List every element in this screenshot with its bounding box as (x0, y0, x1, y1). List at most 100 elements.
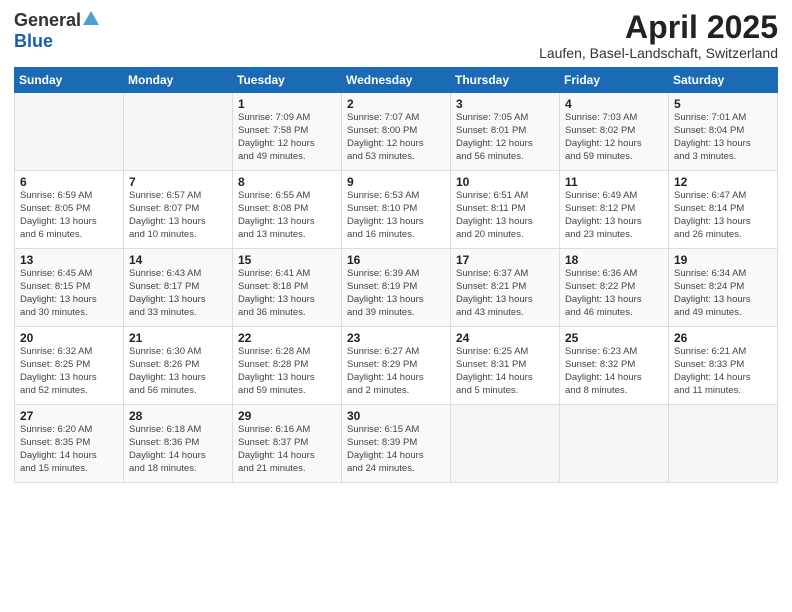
location-subtitle: Laufen, Basel-Landschaft, Switzerland (539, 45, 778, 61)
calendar-cell (669, 405, 778, 483)
day-info: Sunrise: 6:41 AM Sunset: 8:18 PM Dayligh… (238, 268, 336, 319)
logo-blue-text: Blue (14, 31, 53, 52)
logo-blue-row: Blue (14, 31, 53, 52)
day-info: Sunrise: 6:45 AM Sunset: 8:15 PM Dayligh… (20, 268, 118, 319)
day-info: Sunrise: 6:18 AM Sunset: 8:36 PM Dayligh… (129, 424, 227, 475)
day-number: 20 (20, 331, 118, 345)
day-info: Sunrise: 6:34 AM Sunset: 8:24 PM Dayligh… (674, 268, 772, 319)
week-row-1: 1Sunrise: 7:09 AM Sunset: 7:58 PM Daylig… (15, 93, 778, 171)
day-info: Sunrise: 6:36 AM Sunset: 8:22 PM Dayligh… (565, 268, 663, 319)
logo-area: General Blue (14, 10, 100, 52)
day-info: Sunrise: 6:21 AM Sunset: 8:33 PM Dayligh… (674, 346, 772, 397)
day-info: Sunrise: 6:32 AM Sunset: 8:25 PM Dayligh… (20, 346, 118, 397)
day-info: Sunrise: 6:49 AM Sunset: 8:12 PM Dayligh… (565, 190, 663, 241)
day-number: 15 (238, 253, 336, 267)
header-sunday: Sunday (15, 68, 124, 93)
calendar-cell (451, 405, 560, 483)
calendar-cell: 4Sunrise: 7:03 AM Sunset: 8:02 PM Daylig… (560, 93, 669, 171)
day-info: Sunrise: 7:01 AM Sunset: 8:04 PM Dayligh… (674, 112, 772, 163)
header-tuesday: Tuesday (233, 68, 342, 93)
day-number: 30 (347, 409, 445, 423)
day-number: 8 (238, 175, 336, 189)
week-row-4: 20Sunrise: 6:32 AM Sunset: 8:25 PM Dayli… (15, 327, 778, 405)
calendar-cell: 23Sunrise: 6:27 AM Sunset: 8:29 PM Dayli… (342, 327, 451, 405)
calendar-cell: 5Sunrise: 7:01 AM Sunset: 8:04 PM Daylig… (669, 93, 778, 171)
header-saturday: Saturday (669, 68, 778, 93)
calendar-cell: 17Sunrise: 6:37 AM Sunset: 8:21 PM Dayli… (451, 249, 560, 327)
calendar-cell (15, 93, 124, 171)
day-info: Sunrise: 7:09 AM Sunset: 7:58 PM Dayligh… (238, 112, 336, 163)
calendar-cell: 30Sunrise: 6:15 AM Sunset: 8:39 PM Dayli… (342, 405, 451, 483)
day-number: 7 (129, 175, 227, 189)
day-number: 5 (674, 97, 772, 111)
header-thursday: Thursday (451, 68, 560, 93)
calendar-cell: 21Sunrise: 6:30 AM Sunset: 8:26 PM Dayli… (124, 327, 233, 405)
day-number: 6 (20, 175, 118, 189)
day-info: Sunrise: 6:20 AM Sunset: 8:35 PM Dayligh… (20, 424, 118, 475)
day-info: Sunrise: 6:43 AM Sunset: 8:17 PM Dayligh… (129, 268, 227, 319)
calendar-cell: 14Sunrise: 6:43 AM Sunset: 8:17 PM Dayli… (124, 249, 233, 327)
calendar-cell: 15Sunrise: 6:41 AM Sunset: 8:18 PM Dayli… (233, 249, 342, 327)
calendar-cell: 26Sunrise: 6:21 AM Sunset: 8:33 PM Dayli… (669, 327, 778, 405)
day-info: Sunrise: 6:30 AM Sunset: 8:26 PM Dayligh… (129, 346, 227, 397)
header: General Blue April 2025 Laufen, Basel-La… (14, 10, 778, 61)
day-number: 22 (238, 331, 336, 345)
day-info: Sunrise: 6:15 AM Sunset: 8:39 PM Dayligh… (347, 424, 445, 475)
calendar-cell: 22Sunrise: 6:28 AM Sunset: 8:28 PM Dayli… (233, 327, 342, 405)
day-number: 21 (129, 331, 227, 345)
day-number: 13 (20, 253, 118, 267)
day-number: 23 (347, 331, 445, 345)
calendar-cell: 1Sunrise: 7:09 AM Sunset: 7:58 PM Daylig… (233, 93, 342, 171)
calendar-cell: 29Sunrise: 6:16 AM Sunset: 8:37 PM Dayli… (233, 405, 342, 483)
day-info: Sunrise: 6:51 AM Sunset: 8:11 PM Dayligh… (456, 190, 554, 241)
calendar-cell: 7Sunrise: 6:57 AM Sunset: 8:07 PM Daylig… (124, 171, 233, 249)
calendar-cell: 12Sunrise: 6:47 AM Sunset: 8:14 PM Dayli… (669, 171, 778, 249)
day-number: 3 (456, 97, 554, 111)
month-title: April 2025 (539, 10, 778, 45)
day-info: Sunrise: 6:59 AM Sunset: 8:05 PM Dayligh… (20, 190, 118, 241)
day-info: Sunrise: 7:07 AM Sunset: 8:00 PM Dayligh… (347, 112, 445, 163)
day-info: Sunrise: 6:25 AM Sunset: 8:31 PM Dayligh… (456, 346, 554, 397)
day-number: 26 (674, 331, 772, 345)
calendar-cell: 11Sunrise: 6:49 AM Sunset: 8:12 PM Dayli… (560, 171, 669, 249)
week-row-3: 13Sunrise: 6:45 AM Sunset: 8:15 PM Dayli… (15, 249, 778, 327)
calendar-cell: 13Sunrise: 6:45 AM Sunset: 8:15 PM Dayli… (15, 249, 124, 327)
header-wednesday: Wednesday (342, 68, 451, 93)
calendar-cell (560, 405, 669, 483)
header-friday: Friday (560, 68, 669, 93)
day-info: Sunrise: 6:53 AM Sunset: 8:10 PM Dayligh… (347, 190, 445, 241)
page: General Blue April 2025 Laufen, Basel-La… (0, 0, 792, 612)
calendar-cell: 9Sunrise: 6:53 AM Sunset: 8:10 PM Daylig… (342, 171, 451, 249)
day-number: 17 (456, 253, 554, 267)
calendar-cell (124, 93, 233, 171)
day-info: Sunrise: 6:27 AM Sunset: 8:29 PM Dayligh… (347, 346, 445, 397)
day-info: Sunrise: 6:47 AM Sunset: 8:14 PM Dayligh… (674, 190, 772, 241)
calendar-cell: 2Sunrise: 7:07 AM Sunset: 8:00 PM Daylig… (342, 93, 451, 171)
day-number: 25 (565, 331, 663, 345)
day-info: Sunrise: 6:28 AM Sunset: 8:28 PM Dayligh… (238, 346, 336, 397)
calendar-cell: 27Sunrise: 6:20 AM Sunset: 8:35 PM Dayli… (15, 405, 124, 483)
day-number: 27 (20, 409, 118, 423)
logo-text: General (14, 10, 100, 31)
day-number: 24 (456, 331, 554, 345)
day-number: 10 (456, 175, 554, 189)
calendar-cell: 19Sunrise: 6:34 AM Sunset: 8:24 PM Dayli… (669, 249, 778, 327)
day-number: 14 (129, 253, 227, 267)
day-number: 18 (565, 253, 663, 267)
logo-triangle-icon (83, 11, 99, 25)
week-row-2: 6Sunrise: 6:59 AM Sunset: 8:05 PM Daylig… (15, 171, 778, 249)
calendar-table: Sunday Monday Tuesday Wednesday Thursday… (14, 67, 778, 483)
calendar-cell: 3Sunrise: 7:05 AM Sunset: 8:01 PM Daylig… (451, 93, 560, 171)
day-info: Sunrise: 6:39 AM Sunset: 8:19 PM Dayligh… (347, 268, 445, 319)
day-number: 19 (674, 253, 772, 267)
logo-general-text: General (14, 10, 81, 31)
day-info: Sunrise: 7:05 AM Sunset: 8:01 PM Dayligh… (456, 112, 554, 163)
day-number: 1 (238, 97, 336, 111)
day-number: 16 (347, 253, 445, 267)
calendar-cell: 20Sunrise: 6:32 AM Sunset: 8:25 PM Dayli… (15, 327, 124, 405)
day-number: 11 (565, 175, 663, 189)
day-number: 4 (565, 97, 663, 111)
header-monday: Monday (124, 68, 233, 93)
calendar-cell: 6Sunrise: 6:59 AM Sunset: 8:05 PM Daylig… (15, 171, 124, 249)
calendar-cell: 25Sunrise: 6:23 AM Sunset: 8:32 PM Dayli… (560, 327, 669, 405)
